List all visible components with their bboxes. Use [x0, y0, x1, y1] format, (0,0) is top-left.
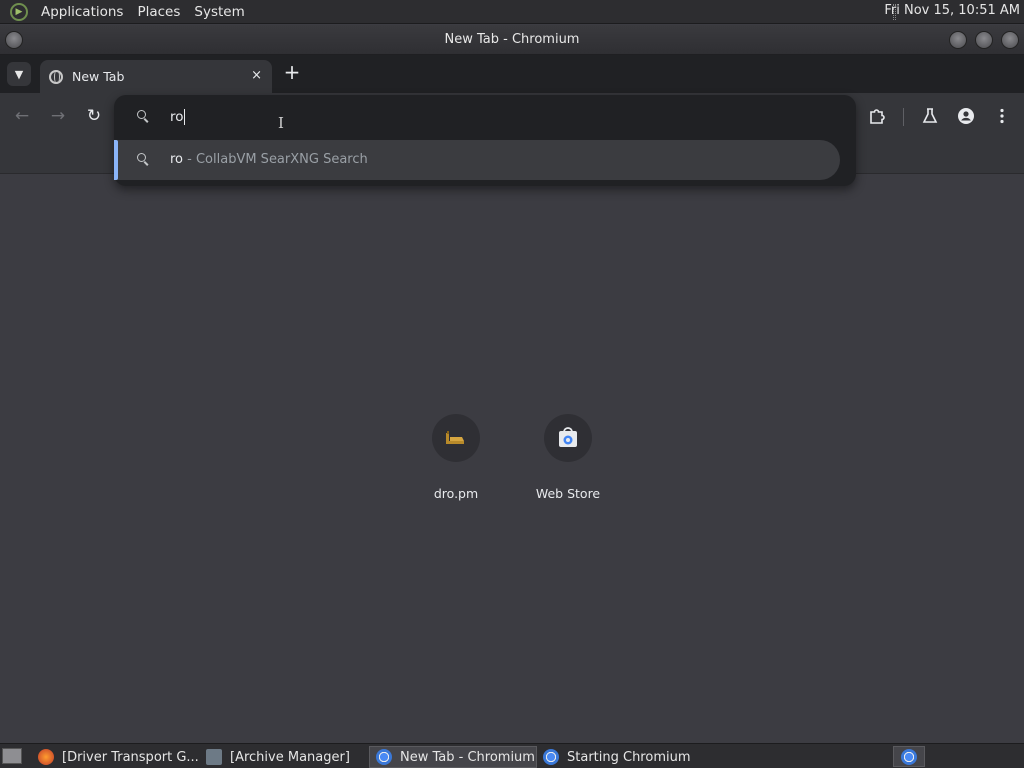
back-button[interactable]: ← — [11, 105, 33, 127]
reload-button[interactable]: ↻ — [83, 105, 105, 127]
tab-label: New Tab — [72, 69, 125, 84]
dro-pm-favicon-icon — [446, 431, 464, 444]
profile-button[interactable] — [955, 105, 977, 127]
taskbar-item-active[interactable]: New Tab - Chromium — [369, 746, 537, 768]
taskbar-item[interactable]: Starting Chromium — [537, 746, 705, 768]
chromium-icon — [901, 748, 917, 765]
archive-manager-icon — [206, 749, 222, 765]
labs-button[interactable] — [919, 105, 941, 127]
forward-button[interactable]: → — [47, 105, 69, 127]
tab-new-tab[interactable]: New Tab × — [40, 60, 272, 93]
maximize-button[interactable] — [975, 31, 993, 49]
tab-close-icon[interactable]: × — [251, 68, 262, 83]
tab-search-button[interactable]: ▼ — [7, 62, 31, 86]
chromium-icon — [376, 749, 392, 765]
chromium-icon — [543, 749, 559, 765]
minimize-button[interactable] — [949, 31, 967, 49]
menu-places[interactable]: Places — [130, 4, 187, 20]
avatar-icon — [958, 108, 974, 124]
shortcut-web-store[interactable]: Web Store — [512, 414, 624, 501]
extensions-button[interactable] — [866, 105, 888, 127]
distro-logo-icon[interactable]: ▶ — [10, 2, 28, 21]
search-icon — [136, 152, 150, 166]
search-icon — [136, 109, 150, 123]
shortcut-title: dro.pm — [433, 486, 479, 501]
menu-button[interactable] — [991, 105, 1013, 127]
suggestion-description: - CollabVM SearXNG Search — [183, 152, 368, 167]
taskbar-item-label: Starting Chromium — [567, 749, 691, 765]
window-title: New Tab - Chromium — [444, 32, 580, 47]
top-panel: ▶ Applications Places System Fri Nov 15,… — [0, 0, 1024, 24]
omnibox-popup: I ro - CollabVM SearXNG Search — [114, 95, 856, 186]
suggestion-query: ro — [170, 152, 184, 167]
menu-system[interactable]: System — [187, 4, 251, 20]
panel-clock[interactable]: Fri Nov 15, 10:51 AM — [884, 3, 1020, 18]
selection-indicator — [114, 140, 118, 180]
text-caret — [184, 109, 185, 125]
suggestion-text: ro - CollabVM SearXNG Search — [170, 152, 368, 167]
omnibox-input[interactable] — [170, 105, 770, 129]
shortcut-favicon — [544, 414, 592, 462]
taskbar-item-label: New Tab - Chromium — [400, 749, 535, 765]
toolbar-divider — [903, 108, 904, 126]
show-desktop-button[interactable] — [2, 748, 22, 764]
puzzle-icon — [870, 109, 885, 124]
window-titlebar[interactable]: New Tab - Chromium — [0, 25, 1024, 55]
flask-icon — [922, 108, 938, 123]
shortcut-favicon — [432, 414, 480, 462]
chevron-down-icon: ▼ — [14, 67, 24, 81]
new-tab-button[interactable]: + — [283, 62, 301, 82]
menu-applications[interactable]: Applications — [34, 4, 130, 20]
ibeam-cursor-icon: I — [278, 114, 284, 132]
shortcut-title: Web Store — [535, 486, 601, 501]
shortcut-dro-pm[interactable]: dro.pm — [400, 414, 512, 501]
close-window-button[interactable] — [1001, 31, 1019, 49]
new-tab-page: dro.pm Web Store — [0, 175, 1024, 743]
firefox-icon — [38, 749, 54, 765]
taskbar-item-label: [Archive Manager] — [230, 749, 350, 765]
bottom-taskbar: [Driver Transport G... [Archive Manager]… — [0, 743, 1024, 768]
kebab-menu-icon — [1000, 108, 1004, 124]
omnibox-suggestion[interactable]: ro - CollabVM SearXNG Search — [114, 140, 840, 180]
taskbar-item-label: [Driver Transport G... — [62, 749, 199, 765]
taskbar-item[interactable]: [Driver Transport G... — [32, 746, 200, 768]
taskbar-item[interactable]: [Archive Manager] — [200, 746, 368, 768]
web-store-icon — [559, 427, 577, 447]
tab-strip: ▼ New Tab × + — [0, 55, 1024, 93]
globe-icon — [49, 69, 63, 84]
tray-chromium-button[interactable] — [893, 746, 925, 767]
